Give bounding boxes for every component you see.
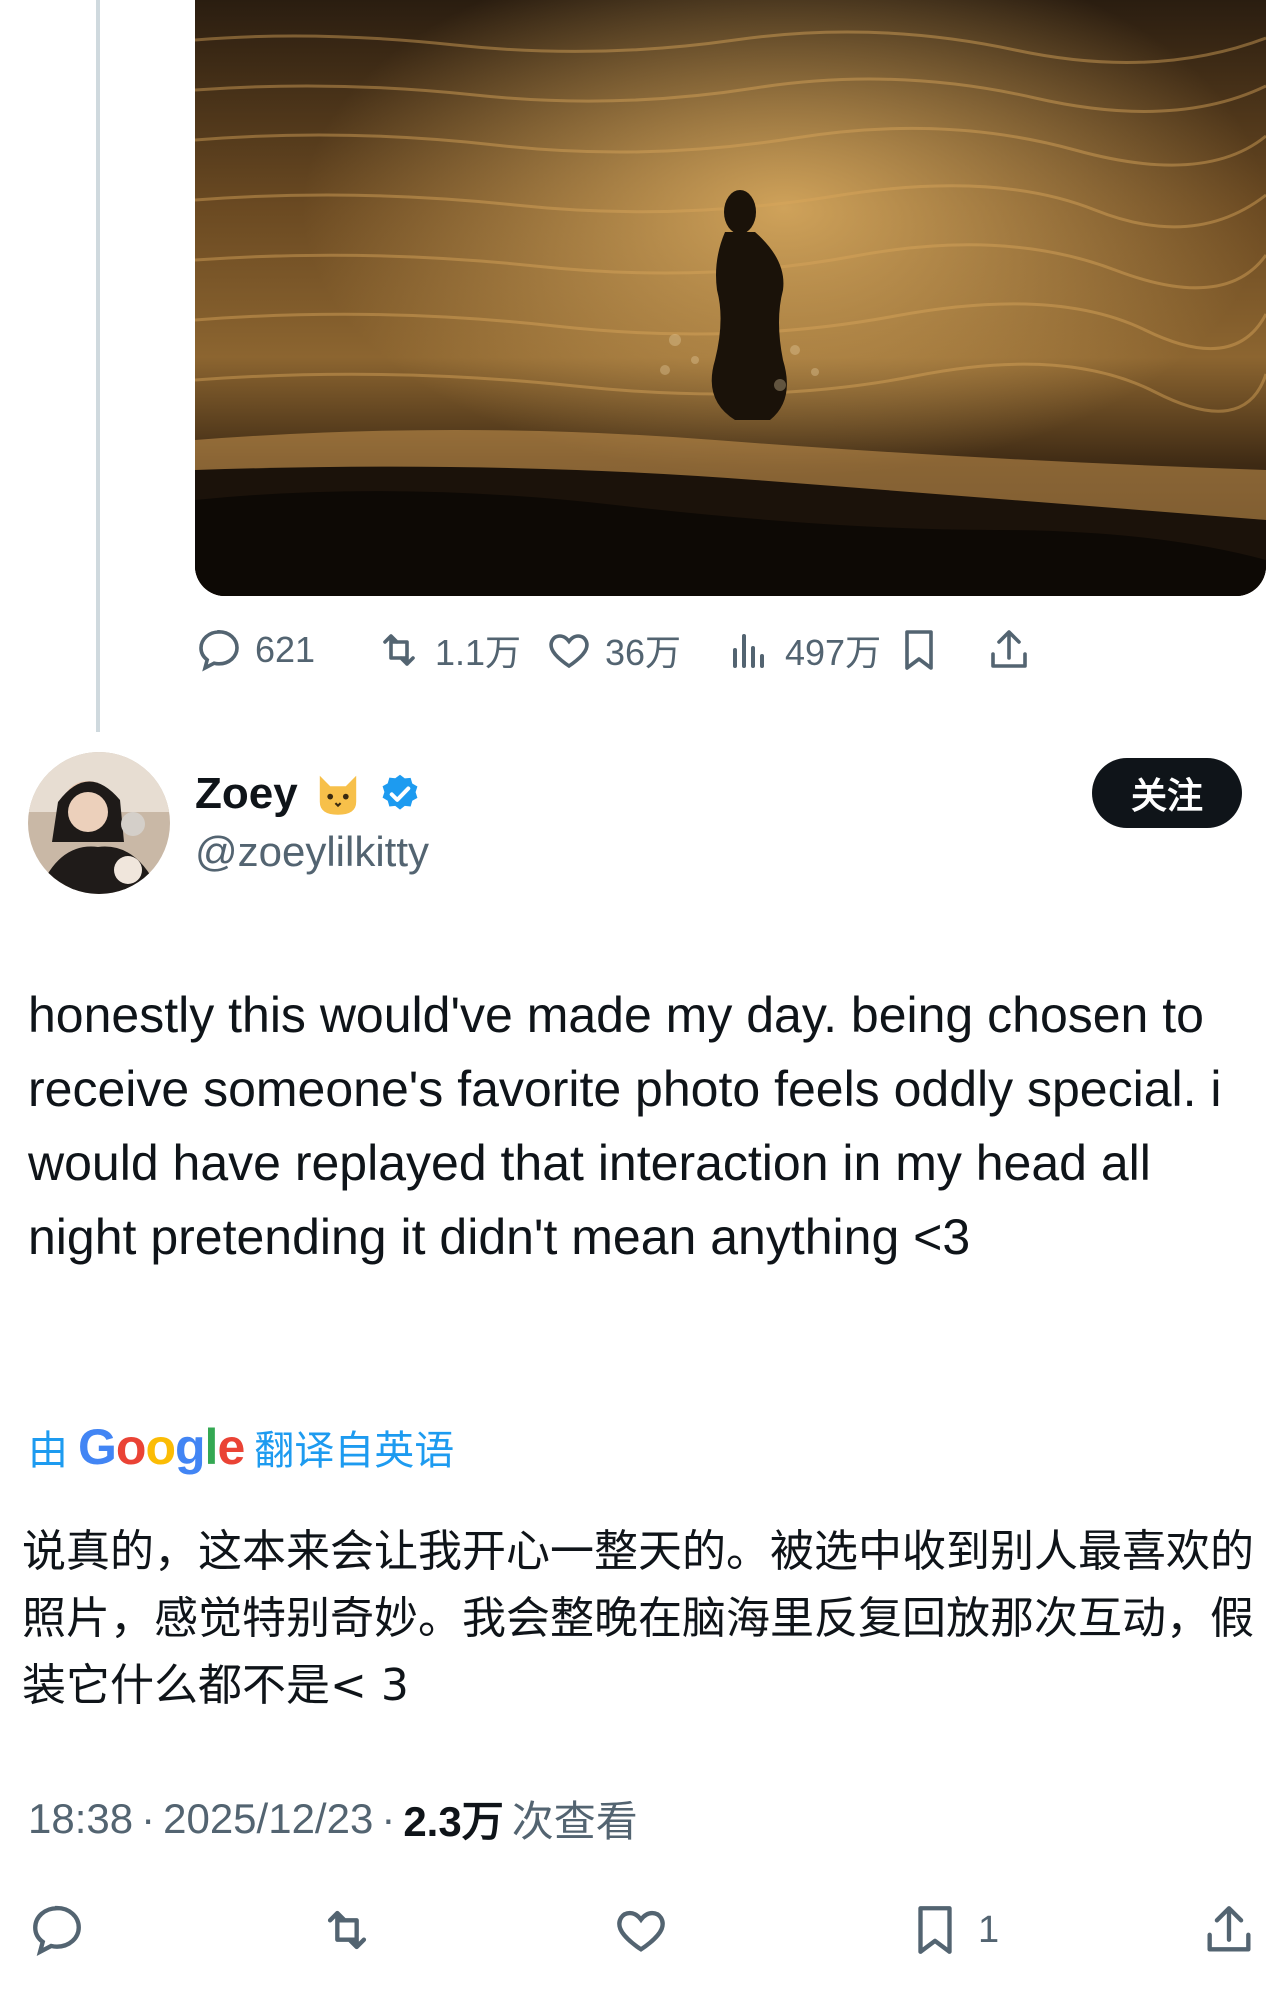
translate-by-label: 由 (28, 1428, 68, 1474)
share-button[interactable] (985, 612, 1033, 688)
author-handle[interactable]: @zoeylilkitty (195, 828, 429, 876)
reply-icon (33, 1905, 81, 1956)
retweet-button-bottom[interactable] (318, 1898, 376, 1962)
bookmark-button[interactable] (895, 612, 943, 688)
reply-button[interactable]: 621 (195, 612, 315, 688)
verified-badge-icon (382, 774, 418, 810)
tweet-view-label: 次查看 (511, 1797, 638, 1846)
reply-icon (199, 629, 239, 672)
thread-line (96, 0, 100, 732)
meta-separator: · (381, 1794, 396, 1842)
like-button[interactable]: 36万 (545, 612, 681, 688)
translated-text: 说真的，这本来会让我开心一整天的。被选中收到别人最喜欢的照片，感觉特别奇妙。我会… (22, 1526, 1254, 1711)
avatar[interactable] (28, 752, 170, 894)
avatar-photo (28, 752, 170, 894)
like-button-bottom[interactable] (612, 1898, 670, 1962)
follow-button[interactable]: 关注 (1092, 758, 1242, 828)
share-icon (991, 630, 1027, 668)
translation-attribution[interactable]: 由 Google 翻译自英语 (28, 1418, 454, 1476)
reply-button-bottom[interactable] (28, 1898, 86, 1962)
retweet-count: 1.1万 (435, 632, 522, 673)
retweet-icon (327, 1910, 367, 1950)
reply-count: 621 (255, 629, 316, 670)
sunset-beach-photo (195, 0, 1266, 596)
views-button[interactable]: 497万 (725, 612, 881, 688)
bookmark-icon (918, 1906, 952, 1954)
heart-icon (617, 1910, 665, 1952)
google-logo: Google (78, 1419, 245, 1475)
tweet-actions-bottom: 1 (0, 1880, 1284, 1980)
analytics-icon (733, 634, 764, 668)
tweet-time[interactable]: 18:38 (28, 1795, 133, 1843)
heart-icon (549, 634, 589, 669)
bookmark-count: 1 (978, 1908, 1000, 1951)
author-block: Zoey @zoeylilkitty (195, 762, 429, 876)
translate-from-label: 翻译自英语 (254, 1428, 455, 1474)
retweet-button[interactable]: 1.1万 (375, 612, 521, 688)
bookmark-icon (905, 630, 933, 670)
retweet-icon (383, 634, 415, 666)
tweet-text: honestly this would've made my day. bein… (28, 987, 1222, 1265)
tweet-media-photo[interactable] (195, 0, 1266, 596)
share-button-bottom[interactable] (1200, 1898, 1258, 1962)
cat-face-emoji-icon (319, 775, 356, 815)
tweet-view-count: 2.3万 (403, 1798, 504, 1845)
tweet-meta: 18:38 · 2025/12/23 · 2.3万 次查看 (28, 1788, 638, 1849)
meta-separator: · (141, 1794, 156, 1842)
author-name[interactable]: Zoey (195, 769, 298, 819)
bookmark-button-bottom[interactable]: 1 (906, 1898, 999, 1962)
like-count: 36万 (605, 632, 682, 673)
tweet-date[interactable]: 2025/12/23 (163, 1795, 373, 1843)
views-count: 497万 (785, 632, 882, 673)
share-icon (1207, 1906, 1251, 1952)
tweet-actions-top: 621 1.1万 36万 497万 (195, 612, 1266, 688)
